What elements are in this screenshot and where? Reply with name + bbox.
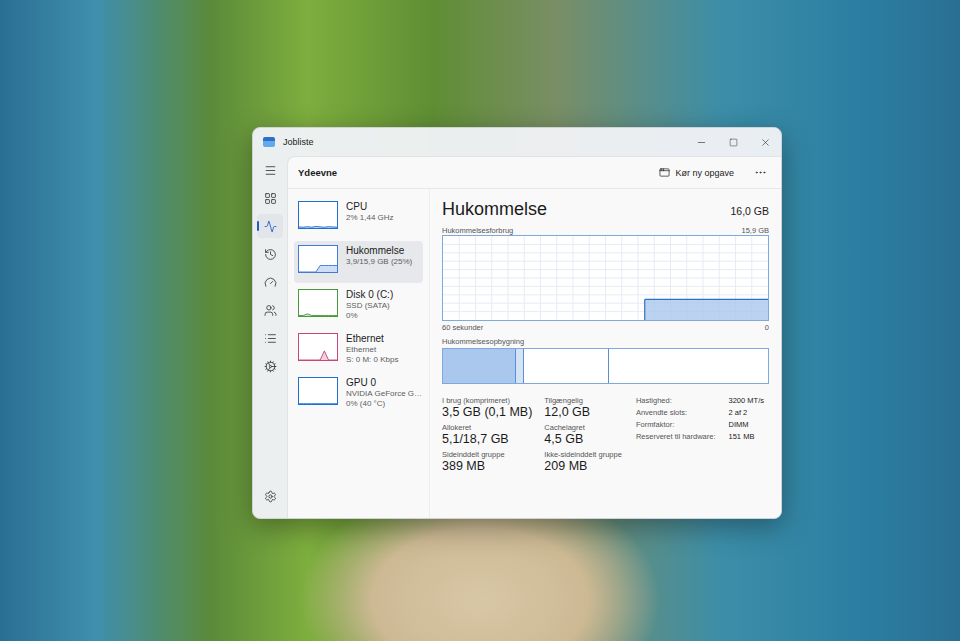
stat: Allokeret5,1/18,7 GB (442, 423, 532, 446)
resource-name: Ethernet (346, 333, 398, 344)
memory-detail: Hukommelse 16,0 GB Hukommelsesforbrug15,9 … (430, 189, 781, 518)
nav-item[interactable] (257, 186, 283, 210)
title-bar: Jobliste (253, 128, 781, 156)
composition-segment[interactable] (516, 349, 523, 383)
stats-grid: I brug (komprimeret)3,5 GB (0,1 MB) Tilgæ… (442, 396, 622, 473)
maximize-button[interactable] (717, 128, 749, 156)
nav-item[interactable] (257, 270, 283, 294)
resource-detail: 0% (40 °C) (346, 399, 419, 408)
composition-label: Hukommelsesopbygning (442, 337, 769, 348)
nav-accent (257, 221, 259, 231)
history-icon (264, 248, 277, 261)
resource-detail: Ethernet (346, 345, 398, 354)
resource-detail: 3,9/15,9 GB (25%) (346, 257, 412, 266)
resource-name: CPU (346, 201, 394, 212)
menu-icon (264, 164, 277, 177)
users-icon (264, 304, 277, 317)
spec-value: 2 af 2 (729, 408, 769, 417)
mini-graph (298, 245, 338, 273)
mini-graph (298, 333, 338, 361)
performance-main: CPU2% 1,44 GHzHukommelse3,9/15,9 GB (25%… (288, 189, 781, 518)
settings-icon (264, 490, 277, 503)
resource-item[interactable]: GPU 0NVIDIA GeForce G…0% (40 °C) (294, 373, 423, 415)
nav-item[interactable] (257, 354, 283, 378)
close-icon (760, 137, 771, 148)
nav-item[interactable] (257, 484, 283, 508)
resource-list: CPU2% 1,44 GHzHukommelse3,9/15,9 GB (25%… (288, 189, 430, 518)
run-task-icon (659, 167, 670, 178)
content-header: Ydeevne Kør ny opgave (288, 157, 781, 189)
composition-segment[interactable] (524, 349, 609, 383)
resource-detail: S: 0 M: 0 Kbps (346, 355, 398, 364)
page-title: Ydeevne (298, 167, 643, 178)
spec-label: Formfaktor: (636, 420, 721, 429)
spec-label: Anvendte slots: (636, 408, 721, 417)
desktop: Jobliste Ydeevne Kør ny opgave CPU2% 1,44 G… (0, 0, 960, 641)
usage-series (645, 299, 768, 320)
detail-total: 16,0 GB (730, 205, 769, 217)
more-icon (754, 166, 767, 179)
memory-composition-bar (442, 348, 769, 384)
mini-graph (298, 377, 338, 405)
more-button[interactable] (750, 162, 771, 183)
resource-item[interactable]: Disk 0 (C:)SSD (SATA)0% (294, 285, 423, 327)
resource-detail: NVIDIA GeForce G… (346, 389, 419, 398)
window-title: Jobliste (283, 137, 677, 147)
stats-area: I brug (komprimeret)3,5 GB (0,1 MB) Tilgæ… (442, 396, 769, 473)
spec-label: Reserveret til hardware: (636, 432, 721, 441)
nav-item[interactable] (257, 214, 283, 238)
resource-name: Disk 0 (C:) (346, 289, 393, 300)
nav-rail (253, 156, 287, 518)
stat: I brug (komprimeret)3,5 GB (0,1 MB) (442, 396, 532, 419)
stat: Ikke-sideinddelt gruppe209 MB (544, 450, 622, 473)
nav-item[interactable] (257, 242, 283, 266)
resource-item[interactable]: CPU2% 1,44 GHz (294, 197, 423, 239)
run-task-button[interactable]: Kør ny opgave (653, 163, 740, 182)
stat: Tilgængelig12,0 GB (544, 396, 622, 419)
details-icon (264, 332, 277, 345)
spec-value: 151 MB (729, 432, 769, 441)
minimize-button[interactable] (685, 128, 717, 156)
nav-item[interactable] (257, 298, 283, 322)
window-body: YdeevneKør ny opgaveCPU2% 1,44 GHzHukomm… (253, 156, 781, 518)
performance-icon (264, 220, 277, 233)
maximize-icon (729, 138, 738, 147)
resource-detail: SSD (SATA) (346, 301, 393, 310)
startup-icon (264, 276, 277, 289)
stat: Cachelagret4,5 GB (544, 423, 622, 446)
composition-segment[interactable] (609, 349, 768, 383)
resource-detail: 2% 1,44 GHz (346, 213, 394, 222)
content-panel: YdeevneKør ny opgaveCPU2% 1,44 GHzHukomm… (287, 156, 781, 518)
stat: Sideinddelt gruppe389 MB (442, 450, 532, 473)
resource-name: Hukommelse (346, 245, 412, 256)
resource-detail: 0% (346, 311, 393, 320)
resource-item[interactable]: EthernetEthernetS: 0 M: 0 Kbps (294, 329, 423, 371)
chart-axis: 60 sekunder0 (442, 321, 769, 332)
resource-item[interactable]: Hukommelse3,9/15,9 GB (25%) (294, 241, 423, 283)
nav-item[interactable] (257, 326, 283, 350)
spec-value: 3200 MT/s (729, 396, 769, 405)
mini-graph (298, 201, 338, 229)
task-manager-window: Jobliste Ydeevne Kør ny opgave CPU2% 1,44 G… (252, 127, 782, 519)
spec-label: Hastighed: (636, 396, 721, 405)
nav-item[interactable] (257, 158, 283, 182)
processes-icon (264, 192, 277, 205)
close-button[interactable] (749, 128, 781, 156)
chart-header: Hukommelsesforbrug15,9 GB (442, 224, 769, 235)
detail-title: Hukommelse (442, 199, 547, 220)
composition-segment[interactable] (443, 349, 516, 383)
spec-value: DIMM (729, 420, 769, 429)
specs-grid: Hastighed: 3200 MT/s Anvendte slots: 2 af 2… (636, 396, 769, 473)
memory-usage-chart (442, 235, 769, 321)
minimize-icon (696, 137, 707, 148)
services-icon (264, 360, 277, 373)
mini-graph (298, 289, 338, 317)
window-controls (685, 128, 781, 156)
app-icon (263, 137, 275, 147)
resource-name: GPU 0 (346, 377, 419, 388)
